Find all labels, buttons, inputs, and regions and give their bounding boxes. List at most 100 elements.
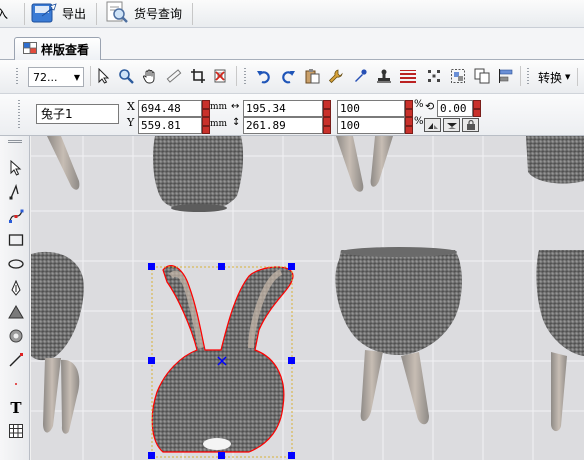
rotation-field[interactable]: 0.00: [437, 100, 473, 117]
transform-label: 转换: [538, 70, 563, 85]
search-document-icon: [104, 0, 130, 27]
crop-icon[interactable]: [188, 66, 208, 86]
export-label: 导出: [62, 6, 87, 21]
flip-vertical-button[interactable]: [443, 118, 460, 132]
height-arrows-icon: ↕: [232, 117, 241, 128]
canvas-drawing[interactable]: [31, 136, 584, 460]
scale-y-spinner[interactable]: [405, 117, 413, 134]
pointer-arrow-icon[interactable]: [6, 158, 26, 178]
handle-bottom-left: [148, 452, 155, 459]
toolbar-separator: [192, 3, 193, 25]
stamp-icon[interactable]: [374, 66, 394, 86]
layout-canvas[interactable]: [31, 136, 584, 460]
palette-grip[interactable]: [8, 140, 22, 143]
handle-middle-left: [148, 357, 155, 364]
scale-x-percent: %: [414, 99, 424, 110]
toolbar-separator: [236, 66, 237, 86]
y-label: Y: [127, 116, 135, 129]
toolbar-separator: [577, 68, 579, 86]
height-spinner[interactable]: [323, 117, 331, 134]
paste-icon[interactable]: [302, 66, 322, 86]
lock-icon: [466, 120, 475, 130]
width-arrows-icon: ↔: [231, 101, 240, 112]
toolbar-grip[interactable]: [527, 68, 529, 86]
wrench-icon[interactable]: [326, 66, 346, 86]
import-label: 导入: [0, 6, 9, 21]
small-dot-icon[interactable]: [6, 374, 26, 394]
import-button[interactable]: 导入: [0, 2, 8, 24]
copy-icon[interactable]: [472, 66, 492, 86]
rectangle-icon[interactable]: [6, 230, 26, 250]
rabbit-ear-fragment: [47, 136, 80, 190]
canvas-grid: [31, 136, 584, 460]
delete-icon[interactable]: [210, 66, 230, 86]
export-button[interactable]: 导出: [30, 2, 86, 24]
tool-palette: T: [0, 136, 30, 460]
bezier-curve-icon[interactable]: [6, 206, 26, 226]
align-icon[interactable]: [496, 66, 516, 86]
x-position-field[interactable]: 694.48: [138, 100, 202, 117]
scale-y-field[interactable]: 100: [337, 117, 405, 134]
flip-horizontal-button[interactable]: [424, 118, 441, 132]
rabbit-ear-fragment: [370, 136, 393, 187]
line-icon[interactable]: [6, 350, 26, 370]
handle-bottom-center: [218, 452, 225, 459]
toolbar-separator: [90, 66, 91, 86]
handle-middle-right: [288, 357, 295, 364]
fill-bucket-icon[interactable]: [6, 326, 26, 346]
rabbit-ear-fragment: [336, 136, 364, 192]
x-label: X: [127, 100, 135, 113]
selected-rabbit-object[interactable]: [152, 265, 293, 452]
toolbar-grip[interactable]: [16, 68, 18, 86]
eyedropper-icon[interactable]: [350, 66, 370, 86]
width-spinner[interactable]: [323, 100, 331, 117]
product-query-button[interactable]: 货号查询: [104, 0, 183, 27]
node-edit-icon[interactable]: [6, 182, 26, 202]
pen-icon[interactable]: [6, 278, 26, 298]
undo-icon[interactable]: [254, 66, 274, 86]
handle-bottom-right: [288, 452, 295, 459]
text-tool-icon[interactable]: T: [6, 398, 26, 418]
y-position-field[interactable]: 559.81: [138, 117, 202, 134]
toolbar-grip[interactable]: [18, 100, 20, 130]
handle-top-center: [218, 263, 225, 270]
redo-icon[interactable]: [278, 66, 298, 86]
height-field[interactable]: 261.89: [243, 117, 323, 134]
chevron-down-icon: ▼: [565, 73, 571, 81]
x-spinner[interactable]: [202, 100, 210, 117]
triangle-icon[interactable]: [6, 302, 26, 322]
ellipse-icon[interactable]: [6, 254, 26, 274]
measure-tool-icon[interactable]: [164, 66, 184, 86]
rabbit-image-right[interactable]: [335, 247, 462, 425]
group-icon[interactable]: [448, 66, 468, 86]
grid-tab-icon: [23, 41, 37, 57]
width-field[interactable]: 195.34: [243, 100, 323, 117]
tab-sample-view[interactable]: 样版查看: [14, 37, 101, 60]
toolbar-grip[interactable]: [244, 68, 246, 86]
lock-ratio-button[interactable]: [462, 118, 479, 132]
scale-x-field[interactable]: 100: [337, 100, 405, 117]
grid-dots-icon[interactable]: [424, 66, 444, 86]
zoom-value: 72...: [33, 70, 58, 84]
y-spinner[interactable]: [202, 117, 210, 134]
top-toolbar: 导入 导出 货号查询: [0, 0, 584, 28]
rabbit-image-top[interactable]: [153, 136, 244, 212]
rotation-spinner[interactable]: [473, 100, 481, 117]
select-arrow-icon[interactable]: [94, 66, 114, 86]
flip-vertical-icon: [446, 122, 457, 129]
object-name-field[interactable]: 兔子1: [36, 104, 119, 124]
handle-top-right: [288, 263, 295, 270]
scale-y-percent: %: [414, 116, 424, 127]
transform-dropdown[interactable]: 转换 ▼: [538, 68, 579, 86]
hand-pan-icon[interactable]: [140, 66, 160, 86]
zoom-select[interactable]: 72... ▼: [28, 67, 84, 87]
y-unit: mm: [210, 119, 228, 129]
zoom-magnifier-icon[interactable]: [116, 66, 136, 86]
x-unit: mm: [210, 102, 228, 112]
product-query-label: 货号查询: [134, 6, 183, 21]
scale-x-spinner[interactable]: [405, 100, 413, 117]
line-weight-icon[interactable]: [398, 66, 418, 86]
table-grid-icon[interactable]: [6, 421, 26, 441]
toolbar-separator: [96, 3, 97, 25]
flip-horizontal-icon: [427, 122, 438, 129]
